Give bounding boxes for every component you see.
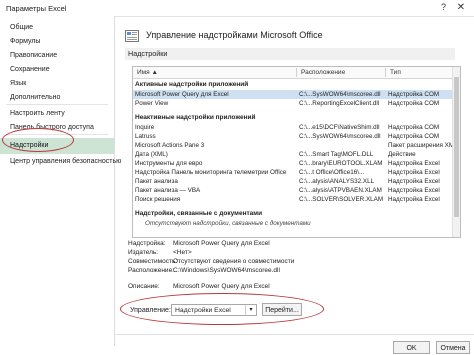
table-row[interactable]: Дата (XML) C:\...Smart Tag\MOFL.DLL Дейс… (133, 150, 452, 159)
chevron-down-icon[interactable]: ▾ (245, 305, 256, 315)
cell-location: C:\...Smart Tag\MOFL.DLL (299, 151, 374, 158)
addins-list[interactable]: Имя ▲ Расположение Тип Активные надстрой… (132, 66, 461, 238)
cell-name: Inquire (135, 124, 155, 131)
cell-type: Надстройка COM (388, 100, 440, 107)
close-icon[interactable]: ✕ (457, 2, 465, 13)
column-separator (296, 68, 297, 77)
cell-location: C:\...SysWOW64\mscoree.dll (299, 133, 381, 140)
sidebar-item-trust-center[interactable]: Центр управления безопасностью (0, 156, 121, 168)
cell-type: Надстройка Excel (388, 178, 440, 185)
addins-list-header: Имя ▲ Расположение Тип (133, 67, 452, 79)
sidebar-item-proofing[interactable]: Правописание (0, 50, 114, 62)
detail-value: <Нет> (173, 249, 192, 256)
cell-type: Надстройка Excel (388, 196, 440, 203)
main-panel: Управление надстройками Microsoft Office… (115, 16, 474, 354)
detail-value: Microsoft Power Query для Excel (173, 283, 270, 290)
table-row[interactable]: Инструменты для евро C:\...brary\EUROTOO… (133, 159, 452, 168)
table-row[interactable]: Microsoft Actions Pane 3 Пакет расширени… (133, 141, 458, 150)
detail-label: Расположение: (128, 267, 174, 274)
footer-divider (115, 334, 474, 335)
cell-name: Latruss (135, 133, 156, 140)
list-scrollbar[interactable] (452, 67, 460, 237)
column-header-name[interactable]: Имя ▲ (137, 69, 158, 76)
cell-name: Дата (XML) (135, 151, 168, 158)
no-document-addins-note: Отсутствуют надстройки, связанные с доку… (145, 220, 311, 227)
cell-location: C:\...alysis\ATPVBAEN.XLAM (299, 187, 382, 194)
cancel-button[interactable]: Отмена (436, 341, 470, 354)
cell-location: C:\...SOLVER\SOLVER.XLAM (299, 196, 384, 203)
manage-select-value: Надстройки Excel (175, 307, 231, 314)
table-row[interactable]: Надстройка Панель мониторинга телеметрии… (133, 168, 452, 177)
cell-name: Пакет анализа — VBA (135, 187, 201, 194)
cell-location: C:\...t Office\Office16\... (299, 169, 365, 176)
detail-value: Отсутствуют сведения о совместимости (173, 258, 295, 265)
cell-type: Надстройка Excel (388, 160, 440, 167)
cell-name: Пакет анализа (135, 178, 178, 185)
cell-name: Поиск решения (135, 196, 181, 203)
table-row[interactable]: Поиск решения C:\...SOLVER\SOLVER.XLAM Н… (133, 195, 452, 204)
table-row[interactable]: Пакет анализа — VBA C:\...alysis\ATPVBAE… (133, 186, 452, 195)
manage-label: Управление: (130, 307, 171, 314)
window-title: Параметры Excel (6, 4, 67, 13)
sidebar-item-addins[interactable]: Надстройки (0, 138, 114, 154)
table-row[interactable]: Inquire C:\...e15\DCF\NativeShim.dll Над… (133, 123, 452, 132)
cell-name: Microsoft Actions Pane 3 (135, 142, 205, 149)
cell-type: Надстройка COM (388, 133, 440, 140)
cell-type: Действие (388, 151, 416, 158)
column-header-location[interactable]: Расположение (301, 69, 345, 76)
detail-label: Издатель: (128, 249, 159, 256)
sidebar-item-quick-access[interactable]: Панель быстрого доступа (0, 122, 114, 134)
go-button[interactable]: Перейти... (262, 303, 302, 316)
cell-location: C:\...ReportingExcelClient.dll (299, 100, 380, 107)
cell-location: C:\...alysis\ANALYS32.XLL (299, 178, 375, 185)
detail-value: Microsoft Power Query для Excel (173, 240, 270, 247)
column-separator (385, 68, 386, 77)
detail-label: Совместимость: (128, 258, 178, 265)
cell-location: C:\...brary\EUROTOOL.XLAM (299, 160, 383, 167)
help-icon[interactable]: ? (441, 2, 446, 12)
page-title: Управление надстройками Microsoft Office (146, 30, 323, 40)
detail-label: Надстройка: (128, 240, 166, 247)
cell-type: Надстройка Excel (388, 187, 440, 194)
sidebar-item-customize-ribbon[interactable]: Настроить ленту (0, 108, 114, 120)
scrollbar-thumb[interactable] (454, 77, 459, 217)
section-header-addins: Надстройки (125, 48, 455, 60)
cell-name: Инструменты для евро (135, 160, 203, 167)
title-bar: Параметры Excel ? ✕ (0, 0, 474, 17)
manage-select[interactable]: Надстройки Excel ▾ (171, 304, 257, 316)
table-row[interactable]: Microsoft Power Query для Excel C:\...Sy… (133, 90, 452, 99)
cell-type: Надстройка COM (388, 91, 440, 98)
sidebar-item-advanced[interactable]: Дополнительно (0, 92, 114, 104)
cell-name: Microsoft Power Query для Excel (135, 91, 229, 98)
group-inactive-addins: Неактивные надстройки приложений (135, 114, 256, 121)
table-row[interactable]: Пакет анализа C:\...alysis\ANALYS32.XLL … (133, 177, 452, 186)
table-row[interactable]: Latruss C:\...SysWOW64\mscoree.dll Надст… (133, 132, 452, 141)
list-note: Отсутствуют надстройки, связанные с доку… (133, 219, 452, 228)
column-header-type[interactable]: Тип (390, 69, 401, 76)
sidebar-item-language[interactable]: Язык (0, 78, 114, 90)
group-active-addins: Активные надстройки приложений (135, 81, 249, 88)
sidebar-item-formulas[interactable]: Формулы (0, 36, 114, 48)
ok-button[interactable]: OK (393, 341, 430, 354)
cell-location: C:\...e15\DCF\NativeShim.dll (299, 124, 380, 131)
sidebar-divider (6, 104, 108, 105)
sidebar-item-general[interactable]: Общие (0, 22, 114, 34)
detail-value: C:\Windows\SysWOW64\mscoree.dll (173, 267, 280, 274)
cell-type: Пакет расширения XML (388, 142, 458, 149)
table-row[interactable]: Power View C:\...ReportingExcelClient.dl… (133, 99, 452, 108)
sidebar-divider (6, 134, 108, 135)
cell-name: Надстройка Панель мониторинга телеметрии… (135, 169, 287, 176)
cell-location: C:\...SysWOW64\mscoree.dll (299, 91, 381, 98)
group-document-addins: Надстройки, связанные с документами (135, 210, 263, 217)
detail-label: Описание: (128, 283, 160, 290)
sidebar-item-save[interactable]: Сохранение (0, 64, 114, 76)
cell-type: Надстройка COM (388, 124, 440, 131)
cell-name: Power View (135, 100, 169, 107)
cell-type: Надстройка Excel (388, 169, 440, 176)
addins-header-icon (125, 30, 139, 42)
sidebar: Общие Формулы Правописание Сохранение Яз… (0, 16, 121, 346)
